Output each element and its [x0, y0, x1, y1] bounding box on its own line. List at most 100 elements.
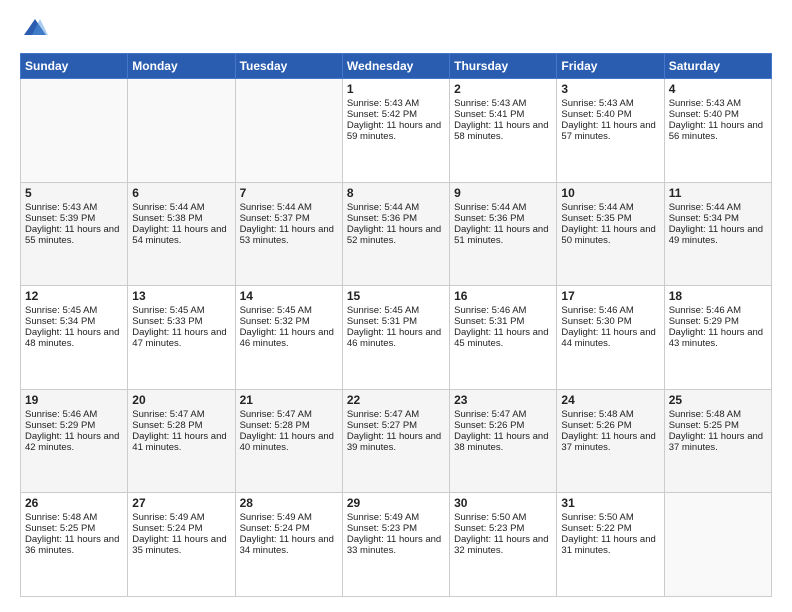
daylight-text: Daylight: 11 hours and 40 minutes. — [240, 431, 334, 453]
sunrise-text: Sunrise: 5:50 AM — [454, 512, 526, 523]
sunrise-text: Sunrise: 5:46 AM — [669, 305, 741, 316]
calendar-day-cell: 26 Sunrise: 5:48 AM Sunset: 5:25 PM Dayl… — [21, 493, 128, 597]
day-number: 17 — [561, 289, 659, 303]
logo-icon — [20, 15, 50, 45]
day-number: 12 — [25, 289, 123, 303]
calendar-week-row: 19 Sunrise: 5:46 AM Sunset: 5:29 PM Dayl… — [21, 389, 772, 493]
daylight-text: Daylight: 11 hours and 49 minutes. — [669, 224, 763, 246]
daylight-text: Daylight: 11 hours and 43 minutes. — [669, 327, 763, 349]
sunrise-text: Sunrise: 5:49 AM — [240, 512, 312, 523]
calendar-day-cell: 2 Sunrise: 5:43 AM Sunset: 5:41 PM Dayli… — [450, 79, 557, 183]
daylight-text: Daylight: 11 hours and 56 minutes. — [669, 120, 763, 142]
logo — [20, 15, 54, 45]
calendar-day-cell: 30 Sunrise: 5:50 AM Sunset: 5:23 PM Dayl… — [450, 493, 557, 597]
day-number: 31 — [561, 496, 659, 510]
sunrise-text: Sunrise: 5:46 AM — [454, 305, 526, 316]
daylight-text: Daylight: 11 hours and 59 minutes. — [347, 120, 441, 142]
calendar-week-row: 1 Sunrise: 5:43 AM Sunset: 5:42 PM Dayli… — [21, 79, 772, 183]
sunset-text: Sunset: 5:33 PM — [132, 316, 202, 327]
day-of-week-header: Friday — [557, 54, 664, 79]
day-of-week-header: Saturday — [664, 54, 771, 79]
day-number: 11 — [669, 186, 767, 200]
day-number: 1 — [347, 82, 445, 96]
sunrise-text: Sunrise: 5:46 AM — [561, 305, 633, 316]
calendar-day-cell: 15 Sunrise: 5:45 AM Sunset: 5:31 PM Dayl… — [342, 286, 449, 390]
sunset-text: Sunset: 5:26 PM — [454, 420, 524, 431]
day-number: 15 — [347, 289, 445, 303]
sunset-text: Sunset: 5:22 PM — [561, 523, 631, 534]
calendar-day-cell: 1 Sunrise: 5:43 AM Sunset: 5:42 PM Dayli… — [342, 79, 449, 183]
calendar-day-cell: 25 Sunrise: 5:48 AM Sunset: 5:25 PM Dayl… — [664, 389, 771, 493]
daylight-text: Daylight: 11 hours and 54 minutes. — [132, 224, 226, 246]
daylight-text: Daylight: 11 hours and 38 minutes. — [454, 431, 548, 453]
day-of-week-header: Sunday — [21, 54, 128, 79]
daylight-text: Daylight: 11 hours and 34 minutes. — [240, 534, 334, 556]
day-number: 22 — [347, 393, 445, 407]
calendar-day-cell: 20 Sunrise: 5:47 AM Sunset: 5:28 PM Dayl… — [128, 389, 235, 493]
calendar-day-cell: 16 Sunrise: 5:46 AM Sunset: 5:31 PM Dayl… — [450, 286, 557, 390]
day-number: 5 — [25, 186, 123, 200]
daylight-text: Daylight: 11 hours and 48 minutes. — [25, 327, 119, 349]
sunset-text: Sunset: 5:29 PM — [669, 316, 739, 327]
sunset-text: Sunset: 5:36 PM — [347, 213, 417, 224]
day-of-week-header: Thursday — [450, 54, 557, 79]
sunrise-text: Sunrise: 5:45 AM — [25, 305, 97, 316]
calendar-day-cell: 6 Sunrise: 5:44 AM Sunset: 5:38 PM Dayli… — [128, 182, 235, 286]
daylight-text: Daylight: 11 hours and 44 minutes. — [561, 327, 655, 349]
day-number: 16 — [454, 289, 552, 303]
sunrise-text: Sunrise: 5:44 AM — [347, 202, 419, 213]
sunrise-text: Sunrise: 5:47 AM — [240, 409, 312, 420]
daylight-text: Daylight: 11 hours and 53 minutes. — [240, 224, 334, 246]
calendar-day-cell: 18 Sunrise: 5:46 AM Sunset: 5:29 PM Dayl… — [664, 286, 771, 390]
day-number: 24 — [561, 393, 659, 407]
daylight-text: Daylight: 11 hours and 55 minutes. — [25, 224, 119, 246]
daylight-text: Daylight: 11 hours and 51 minutes. — [454, 224, 548, 246]
day-number: 10 — [561, 186, 659, 200]
daylight-text: Daylight: 11 hours and 42 minutes. — [25, 431, 119, 453]
daylight-text: Daylight: 11 hours and 31 minutes. — [561, 534, 655, 556]
sunrise-text: Sunrise: 5:44 AM — [561, 202, 633, 213]
daylight-text: Daylight: 11 hours and 39 minutes. — [347, 431, 441, 453]
calendar-day-cell: 8 Sunrise: 5:44 AM Sunset: 5:36 PM Dayli… — [342, 182, 449, 286]
sunset-text: Sunset: 5:28 PM — [240, 420, 310, 431]
sunrise-text: Sunrise: 5:47 AM — [454, 409, 526, 420]
header — [20, 15, 772, 45]
sunrise-text: Sunrise: 5:45 AM — [240, 305, 312, 316]
calendar-week-row: 5 Sunrise: 5:43 AM Sunset: 5:39 PM Dayli… — [21, 182, 772, 286]
day-number: 13 — [132, 289, 230, 303]
calendar-day-cell — [664, 493, 771, 597]
day-number: 3 — [561, 82, 659, 96]
sunset-text: Sunset: 5:31 PM — [347, 316, 417, 327]
day-number: 21 — [240, 393, 338, 407]
day-number: 29 — [347, 496, 445, 510]
daylight-text: Daylight: 11 hours and 46 minutes. — [240, 327, 334, 349]
sunrise-text: Sunrise: 5:44 AM — [132, 202, 204, 213]
day-number: 9 — [454, 186, 552, 200]
sunset-text: Sunset: 5:36 PM — [454, 213, 524, 224]
sunset-text: Sunset: 5:25 PM — [25, 523, 95, 534]
day-number: 18 — [669, 289, 767, 303]
day-of-week-header: Wednesday — [342, 54, 449, 79]
day-number: 6 — [132, 186, 230, 200]
day-number: 14 — [240, 289, 338, 303]
calendar-day-cell: 11 Sunrise: 5:44 AM Sunset: 5:34 PM Dayl… — [664, 182, 771, 286]
day-number: 27 — [132, 496, 230, 510]
calendar-day-cell: 13 Sunrise: 5:45 AM Sunset: 5:33 PM Dayl… — [128, 286, 235, 390]
sunrise-text: Sunrise: 5:43 AM — [561, 98, 633, 109]
sunset-text: Sunset: 5:26 PM — [561, 420, 631, 431]
day-number: 26 — [25, 496, 123, 510]
day-number: 30 — [454, 496, 552, 510]
calendar-day-cell: 14 Sunrise: 5:45 AM Sunset: 5:32 PM Dayl… — [235, 286, 342, 390]
daylight-text: Daylight: 11 hours and 46 minutes. — [347, 327, 441, 349]
calendar-day-cell: 23 Sunrise: 5:47 AM Sunset: 5:26 PM Dayl… — [450, 389, 557, 493]
daylight-text: Daylight: 11 hours and 36 minutes. — [25, 534, 119, 556]
sunrise-text: Sunrise: 5:48 AM — [25, 512, 97, 523]
sunset-text: Sunset: 5:23 PM — [454, 523, 524, 534]
calendar-day-cell: 4 Sunrise: 5:43 AM Sunset: 5:40 PM Dayli… — [664, 79, 771, 183]
daylight-text: Daylight: 11 hours and 57 minutes. — [561, 120, 655, 142]
sunset-text: Sunset: 5:34 PM — [25, 316, 95, 327]
sunrise-text: Sunrise: 5:50 AM — [561, 512, 633, 523]
day-number: 7 — [240, 186, 338, 200]
calendar-day-cell: 12 Sunrise: 5:45 AM Sunset: 5:34 PM Dayl… — [21, 286, 128, 390]
calendar-day-cell: 21 Sunrise: 5:47 AM Sunset: 5:28 PM Dayl… — [235, 389, 342, 493]
